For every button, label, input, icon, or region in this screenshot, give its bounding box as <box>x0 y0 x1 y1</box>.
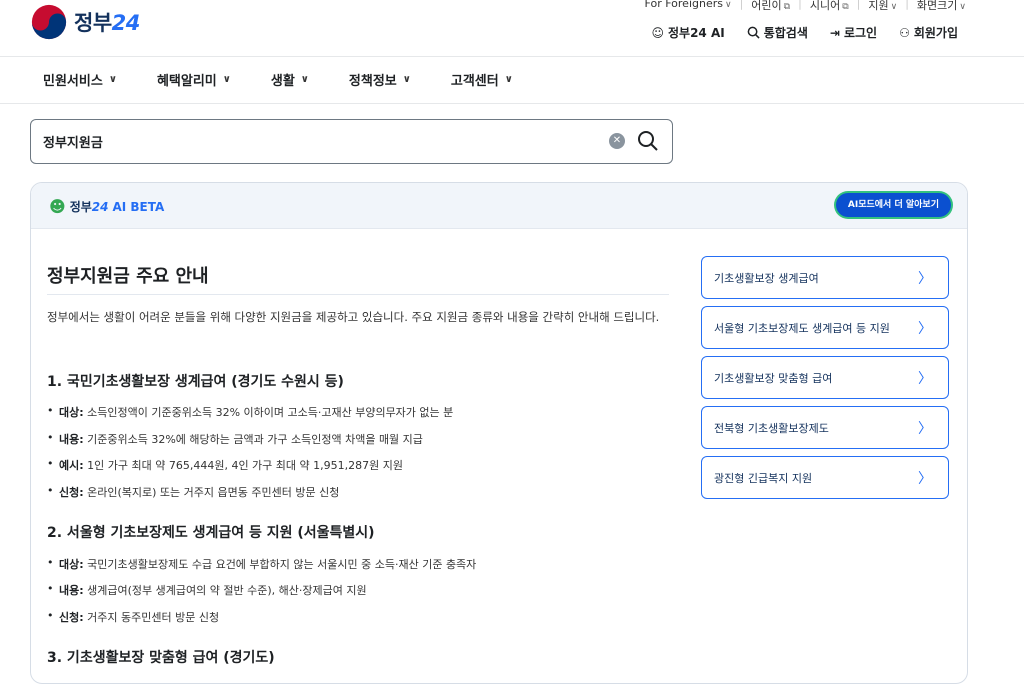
person-add-icon: ⚇ <box>899 25 910 40</box>
nav-item-benefit-alert[interactable]: 혜택알리미 ∨ <box>157 70 231 89</box>
ai-mode-button[interactable]: AI모드에서 더 알아보기 <box>835 193 951 217</box>
divider: | <box>798 0 802 10</box>
related-service-link[interactable]: 서울형 기초보장제도 생계급여 등 지원 〉 <box>701 306 949 349</box>
integrated-search-link[interactable]: 통합검색 <box>747 24 808 41</box>
gov24-ai-link[interactable]: ☺ 정부24 AI <box>651 24 724 41</box>
close-icon: ✕ <box>612 135 622 146</box>
list-item: 내용: 기준중위소득 32%에 해당하는 금액과 가구 소득인정액 차액을 매월… <box>47 431 423 447</box>
clear-search-button[interactable]: ✕ <box>609 133 625 149</box>
list-item: 신청: 거주지 동주민센터 방문 신청 <box>47 609 219 625</box>
login-link[interactable]: ⇥ 로그인 <box>830 24 877 41</box>
chevron-down-icon: ∨ <box>402 74 411 85</box>
gov24-ai-logo: ☻ 정부24 AI BETA <box>49 197 165 216</box>
site-logo[interactable]: 정부24 <box>30 3 140 41</box>
ai-card-header: ☻ 정부24 AI BETA AI모드에서 더 알아보기 <box>31 183 967 229</box>
related-service-link[interactable]: 기초생활보장 맞춤형 급여 〉 <box>701 356 949 399</box>
chevron-right-icon: 〉 <box>918 320 932 337</box>
ai-mascot-icon: ☺ <box>651 25 664 40</box>
chevron-down-icon: ∨ <box>222 74 231 85</box>
divider: | <box>856 0 861 10</box>
chevron-right-icon: 〉 <box>918 270 932 287</box>
search-icon <box>747 26 760 39</box>
chevron-right-icon: 〉 <box>918 420 932 437</box>
senior-link[interactable]: 시니어 ⧉ <box>810 0 849 13</box>
related-service-link[interactable]: 전북형 기초생활보장제도 〉 <box>701 406 949 449</box>
search-input[interactable] <box>43 132 583 150</box>
taegeuk-logo-icon <box>31 4 67 40</box>
list-item: 내용: 생계급여(정부 생계급여의 약 절반 수준), 해산·장제급여 지원 <box>47 582 367 598</box>
main-navigation: 민원서비스 ∨ 혜택알리미 ∨ 생활 ∨ 정책정보 ∨ 고객센터 ∨ <box>0 56 1024 104</box>
chevron-down-icon: ∨ <box>890 2 898 12</box>
related-service-link[interactable]: 광진형 긴급복지 지원 〉 <box>701 456 949 499</box>
nav-item-life[interactable]: 생활 ∨ <box>271 70 309 89</box>
nav-item-civil-service[interactable]: 민원서비스 ∨ <box>43 70 117 89</box>
logo-text: 정부24 <box>74 11 140 35</box>
ai-answer-card: ☻ 정부24 AI BETA AI모드에서 더 알아보기 정부지원금 주요 안내… <box>30 182 968 684</box>
list-item: 예시: 1인 가구 최대 약 765,444원, 4인 가구 최대 약 1,95… <box>47 457 403 473</box>
for-foreigners-link[interactable]: For Foreigners ∨ <box>645 0 732 13</box>
chevron-down-icon: ∨ <box>300 74 309 85</box>
nav-item-policy-info[interactable]: 정책정보 ∨ <box>349 70 411 89</box>
chevron-right-icon: 〉 <box>918 470 932 487</box>
chevron-down-icon: ∨ <box>108 74 117 85</box>
nav-item-customer-center[interactable]: 고객센터 ∨ <box>451 70 513 89</box>
search-box: ✕ <box>30 119 673 164</box>
related-service-link[interactable]: 기초생활보장 생계급여 〉 <box>701 256 949 299</box>
section-heading: 1. 국민기초생활보장 생계급여 (경기도 수원시 등) <box>47 374 344 390</box>
support-link[interactable]: 지원 ∨ <box>868 0 897 13</box>
answer-intro: 정부에서는 생활이 어려운 분들을 위해 다양한 지원금을 제공하고 있습니다.… <box>47 310 660 324</box>
chevron-down-icon: ∨ <box>959 2 966 12</box>
section-heading: 3. 기초생활보장 맞춤형 급여 (경기도) <box>47 650 275 666</box>
list-item: 신청: 온라인(복지로) 또는 거주지 읍면동 주민센터 방문 신청 <box>47 484 339 500</box>
divider <box>47 294 669 295</box>
chevron-down-icon: ∨ <box>724 0 732 10</box>
chevron-down-icon: ∨ <box>504 74 513 85</box>
login-icon: ⇥ <box>829 25 840 40</box>
list-item: 대상: 국민기초생활보장제도 수급 요건에 부합하지 않는 서울시민 중 소득·… <box>47 556 476 572</box>
list-item: 대상: 소득인정액이 기준중위소득 32% 이하이며 고소득·고재산 부양의무자… <box>47 404 453 420</box>
divider: | <box>739 0 744 10</box>
signup-link[interactable]: ⚇ 회원가입 <box>899 24 958 41</box>
search-button[interactable] <box>636 129 660 153</box>
utility-menu: ☺ 정부24 AI 통합검색 ⇥ 로그인 ⚇ 회원가입 <box>651 24 958 41</box>
divider: | <box>905 0 909 10</box>
screen-size-link[interactable]: 화면크기 ∨ <box>917 0 966 13</box>
answer-title: 정부지원금 주요 안내 <box>47 266 209 287</box>
external-link-icon: ⧉ <box>783 2 791 12</box>
kids-link[interactable]: 어린이 ⧉ <box>751 0 790 13</box>
ai-mascot-icon: ☻ <box>49 197 66 216</box>
section-heading: 2. 서울형 기초보장제도 생계급여 등 지원 (서울특별시) <box>47 525 375 541</box>
chevron-right-icon: 〉 <box>918 370 932 387</box>
external-link-icon: ⧉ <box>842 2 849 12</box>
utility-top-links: For Foreigners ∨ | 어린이 ⧉ | 시니어 ⧉ | 지원 ∨ | 화면… <box>645 0 966 13</box>
